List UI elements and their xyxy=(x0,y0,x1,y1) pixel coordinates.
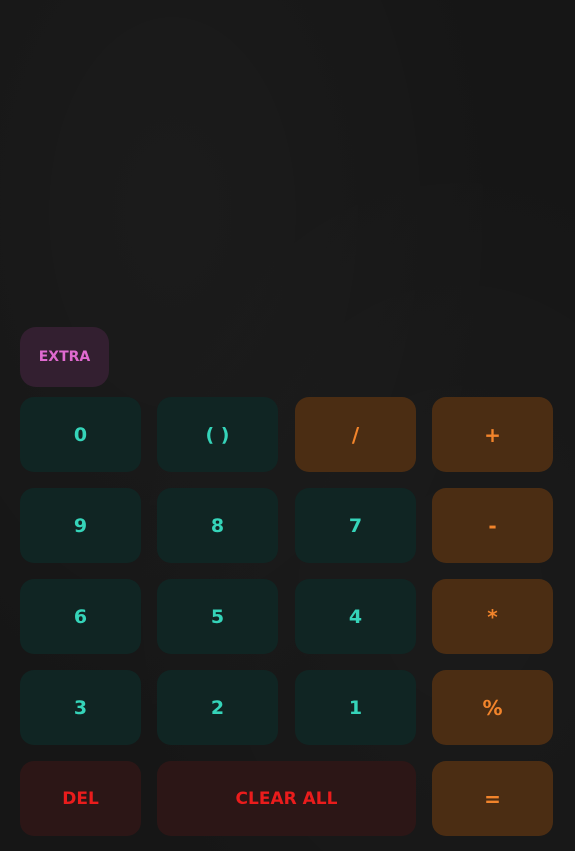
delete-button[interactable]: DEL xyxy=(20,761,141,836)
key-0[interactable]: 0 xyxy=(20,397,141,472)
key-4[interactable]: 4 xyxy=(295,579,416,654)
key-divide[interactable]: / xyxy=(295,397,416,472)
key-multiply[interactable]: * xyxy=(432,579,553,654)
key-parentheses[interactable]: ( ) xyxy=(157,397,278,472)
key-equals[interactable]: = xyxy=(432,761,553,836)
key-6[interactable]: 6 xyxy=(20,579,141,654)
key-percent[interactable]: % xyxy=(432,670,553,745)
key-2[interactable]: 2 xyxy=(157,670,278,745)
key-9[interactable]: 9 xyxy=(20,488,141,563)
key-8[interactable]: 8 xyxy=(157,488,278,563)
extra-button[interactable]: EXTRA xyxy=(20,327,109,387)
key-3[interactable]: 3 xyxy=(20,670,141,745)
clear-all-button[interactable]: CLEAR ALL xyxy=(157,761,416,836)
key-minus[interactable]: - xyxy=(432,488,553,563)
key-plus[interactable]: + xyxy=(432,397,553,472)
key-1[interactable]: 1 xyxy=(295,670,416,745)
key-5[interactable]: 5 xyxy=(157,579,278,654)
key-7[interactable]: 7 xyxy=(295,488,416,563)
